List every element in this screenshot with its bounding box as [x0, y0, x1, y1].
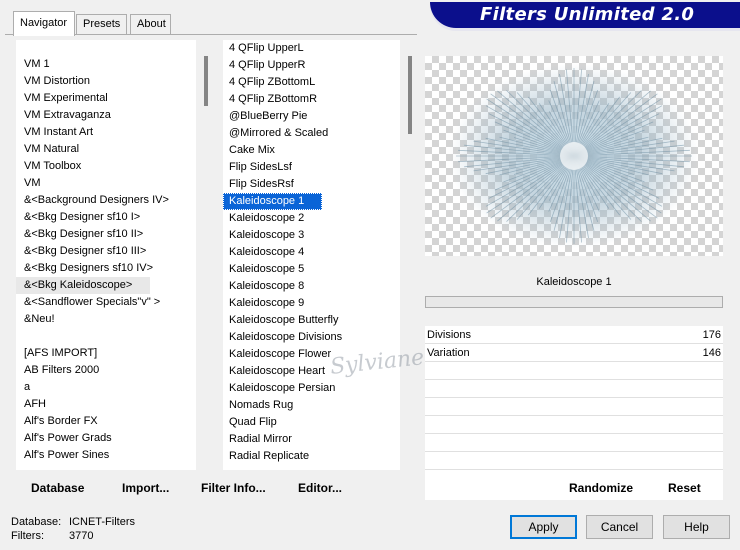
category-list-item[interactable]: &<Bkg Designer sf10 II> [16, 226, 143, 243]
filter-info-button[interactable]: Filter Info... [201, 481, 266, 495]
database-status-value: ICNET-Filters [69, 516, 135, 528]
filter-list-item[interactable]: Flip SidesLsf [223, 159, 292, 176]
filter-list-item[interactable]: Kaleidoscope 4 [223, 244, 304, 261]
category-list-item[interactable]: &<Sandflower Specials"v" > [16, 294, 160, 311]
filter-list-item[interactable]: 4 QFlip ZBottomL [223, 74, 315, 91]
kaleidoscope-preview-graphic [449, 64, 699, 248]
category-list-item[interactable]: VM Extravaganza [16, 107, 111, 124]
filter-list-item[interactable]: Radial Mirror [223, 431, 292, 448]
filter-scrollbar[interactable] [402, 40, 419, 470]
filters-count-value: 3770 [69, 530, 94, 542]
category-scroll-thumb[interactable] [204, 56, 208, 106]
param-label: Divisions [427, 329, 472, 341]
param-row-empty [425, 416, 723, 434]
tab-about[interactable]: About [130, 14, 171, 34]
apply-button[interactable]: Apply [510, 515, 577, 539]
filter-list-item[interactable]: Nomads Rug [223, 397, 293, 414]
category-list-item[interactable]: VM 1 [16, 56, 50, 73]
category-list-item[interactable]: &<Bkg Designer sf10 III> [16, 243, 146, 260]
param-value[interactable]: 176 [703, 329, 721, 341]
reset-button[interactable]: Reset [668, 481, 701, 495]
param-row-variation[interactable]: Variation 146 [425, 344, 723, 362]
category-list-item[interactable]: Alf's Power Grads [16, 430, 112, 447]
filter-list-item[interactable]: @Mirrored & Scaled [223, 125, 328, 142]
database-button[interactable]: Database [31, 481, 84, 495]
filter-list-item[interactable]: Kaleidoscope 5 [223, 261, 304, 278]
editor-button[interactable]: Editor... [298, 481, 342, 495]
app-title: Filters Unlimited 2.0 [480, 4, 695, 25]
filter-list-item[interactable]: @BlueBerry Pie [223, 108, 307, 125]
filter-list-item[interactable]: Cake Mix [223, 142, 275, 159]
filter-list-item[interactable]: Quad Flip [223, 414, 277, 431]
cancel-button[interactable]: Cancel [586, 515, 653, 539]
filter-list-item[interactable]: Kaleidoscope 2 [223, 210, 304, 227]
help-button[interactable]: Help [663, 515, 730, 539]
import-button[interactable]: Import... [122, 481, 169, 495]
category-list-item[interactable]: VM Toolbox [16, 158, 81, 175]
preview-filter-name: Kaleidoscope 1 [536, 276, 612, 288]
category-list-item[interactable]: &<Background Designers IV> [16, 192, 169, 209]
category-list-item[interactable]: a [16, 379, 30, 396]
category-list-item[interactable]: VM Instant Art [16, 124, 93, 141]
param-row-divisions[interactable]: Divisions 176 [425, 326, 723, 344]
filter-scroll-thumb[interactable] [408, 56, 412, 134]
param-row-empty [425, 452, 723, 470]
category-scrollbar[interactable] [198, 40, 215, 470]
filter-list-item[interactable]: Kaleidoscope 8 [223, 278, 304, 295]
filter-list-item[interactable]: Kaleidoscope Heart [223, 363, 325, 380]
filter-list-item[interactable]: Kaleidoscope 9 [223, 295, 304, 312]
category-list-item[interactable]: VM Natural [16, 141, 79, 158]
category-list-item[interactable]: &Neu! [16, 311, 55, 328]
tab-presets[interactable]: Presets [76, 14, 127, 34]
filters-count-label: Filters: [11, 530, 44, 542]
param-row-empty [425, 362, 723, 380]
category-list-item[interactable]: &<Bkg Designer sf10 I> [16, 209, 140, 226]
category-list-item[interactable]: AFH [16, 396, 46, 413]
param-row-empty [425, 380, 723, 398]
filter-list-item[interactable]: Kaleidoscope Flower [223, 346, 331, 363]
filter-list-item[interactable]: 4 QFlip UpperR [223, 57, 305, 74]
filter-list-item[interactable]: Kaleidoscope 3 [223, 227, 304, 244]
category-list-item[interactable]: &<Bkg Kaleidoscope> [16, 277, 150, 294]
filter-list-item[interactable]: 4 QFlip ZBottomR [223, 91, 317, 108]
filter-list[interactable]: 4 QFlip UpperL 4 QFlip UpperR 4 QFlip ZBot… [223, 40, 400, 470]
category-list-item[interactable]: Alf's Power Sines [16, 447, 109, 464]
filter-list-item[interactable]: Flip SidesRsf [223, 176, 294, 193]
filter-list-item[interactable]: 4 QFlip UpperL [223, 40, 304, 57]
preview-image [425, 56, 723, 256]
parameter-panel: Divisions 176 Variation 146 [425, 326, 723, 500]
tab-navigator[interactable]: Navigator [13, 11, 75, 36]
category-list[interactable]: VM 1 VM Distortion VM Experimental VM Extra… [16, 40, 196, 470]
filter-list-item[interactable]: Radial Replicate [223, 448, 309, 465]
filter-list-item[interactable]: Kaleidoscope Butterfly [223, 312, 338, 329]
category-list-item[interactable]: [AFS IMPORT] [16, 345, 97, 362]
category-list-item[interactable]: VM Experimental [16, 90, 108, 107]
category-list-item[interactable]: VM [16, 175, 41, 192]
param-label: Variation [427, 347, 470, 359]
category-list-item[interactable]: Alf's Border FX [16, 413, 98, 430]
param-row-empty [425, 398, 723, 416]
category-list-item[interactable]: &<Bkg Designers sf10 IV> [16, 260, 153, 277]
filter-list-item[interactable]: Kaleidoscope Persian [223, 380, 335, 397]
filter-list-item[interactable]: Kaleidoscope Divisions [223, 329, 342, 346]
category-list-item[interactable]: VM Distortion [16, 73, 90, 90]
randomize-button[interactable]: Randomize [569, 481, 633, 495]
preview-divider [425, 296, 723, 308]
category-list-item [16, 328, 24, 345]
filter-list-item[interactable]: Kaleidoscope 1 [223, 193, 322, 210]
database-status-label: Database: [11, 516, 62, 528]
param-row-empty [425, 434, 723, 452]
param-value[interactable]: 146 [703, 347, 721, 359]
category-list-item[interactable]: AB Filters 2000 [16, 362, 99, 379]
